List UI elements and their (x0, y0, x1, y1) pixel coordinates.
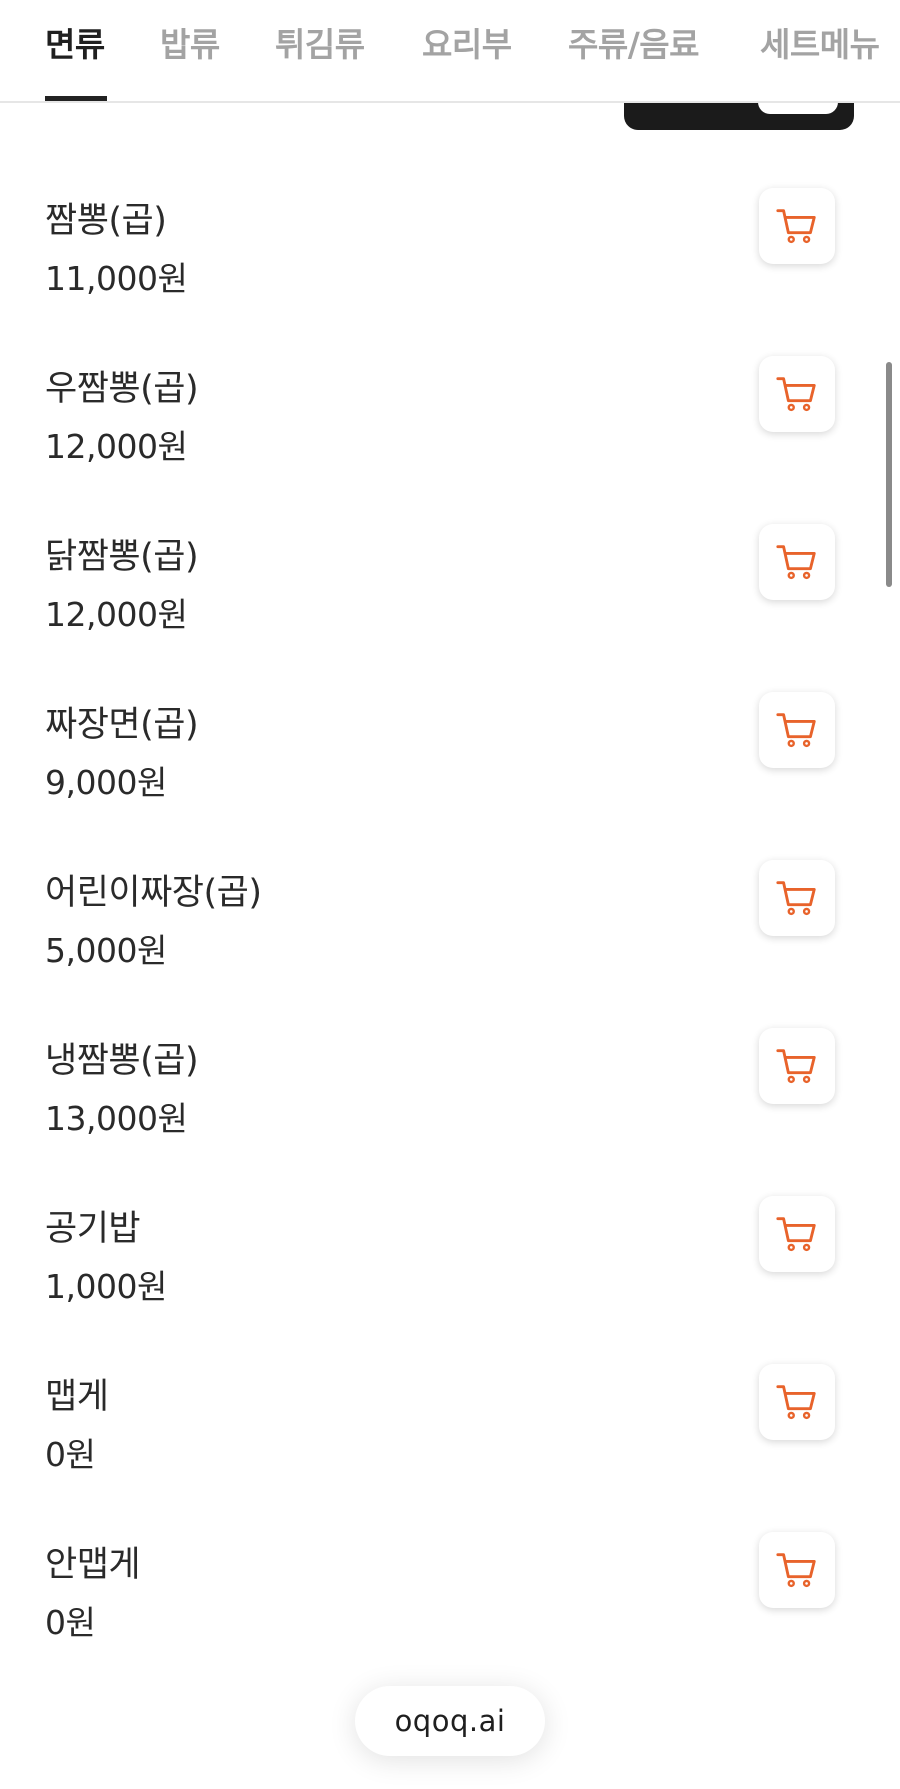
tab-drinks[interactable]: 주류/음료 (568, 18, 700, 66)
add-to-cart-button[interactable] (759, 1196, 835, 1272)
menu-item[interactable]: 닭짬뽕(곱) 12,000원 (0, 486, 900, 654)
menu-item-price: 0원 (45, 1435, 96, 1474)
menu-item[interactable]: 짬뽕(곱) 11,000원 (0, 150, 900, 318)
scrollbar-thumb[interactable] (886, 362, 892, 587)
shopping-cart-icon (776, 1049, 816, 1084)
menu-item-name: 우짬뽕(곱) (45, 369, 199, 409)
menu-item-price: 12,000원 (45, 427, 188, 466)
add-to-cart-button[interactable] (759, 692, 835, 768)
menu-item-price: 1,000원 (45, 1267, 167, 1306)
menu-item-price: 5,000원 (45, 931, 167, 970)
menu-item-name: 냉짬뽕(곱) (45, 1041, 199, 1081)
menu-item-name: 안맵게 (45, 1545, 141, 1585)
menu-item[interactable]: 냉짬뽕(곱) 13,000원 (0, 990, 900, 1158)
shopping-cart-icon (776, 1385, 816, 1420)
menu-item-price: 9,000원 (45, 763, 167, 802)
menu-list: 짬뽕(곱) 11,000원 우짬뽕(곱) 12,000원 닭짬뽕(곱) 12,0… (0, 150, 900, 1662)
shopping-cart-icon (776, 209, 816, 244)
menu-item-price: 13,000원 (45, 1099, 188, 1138)
brand-badge[interactable]: oqoq.ai (355, 1686, 545, 1756)
tab-noodles[interactable]: 면류 (45, 18, 105, 66)
shopping-cart-icon (776, 881, 816, 916)
tab-fried[interactable]: 튀김류 (275, 18, 365, 66)
category-tab-bar: 면류 밥류 튀김류 요리부 주류/음료 세트메뉴 (0, 0, 900, 103)
tab-dishes[interactable]: 요리부 (422, 18, 512, 66)
add-to-cart-button[interactable] (759, 356, 835, 432)
add-to-cart-button[interactable] (759, 1532, 835, 1608)
shopping-cart-icon (776, 1553, 816, 1588)
add-to-cart-button[interactable] (759, 860, 835, 936)
menu-item-name: 짜장면(곱) (45, 705, 199, 745)
shopping-cart-icon (776, 1217, 816, 1252)
tab-rice[interactable]: 밥류 (160, 18, 220, 66)
menu-item[interactable]: 안맵게 0원 (0, 1494, 900, 1662)
menu-item-price: 0원 (45, 1603, 96, 1642)
menu-item-name: 맵게 (45, 1377, 109, 1417)
active-tab-indicator (45, 96, 107, 101)
add-to-cart-button[interactable] (759, 188, 835, 264)
menu-item[interactable]: 맵게 0원 (0, 1326, 900, 1494)
shopping-cart-icon (776, 377, 816, 412)
shopping-cart-icon (776, 545, 816, 580)
menu-item[interactable]: 우짬뽕(곱) 12,000원 (0, 318, 900, 486)
menu-item[interactable]: 짜장면(곱) 9,000원 (0, 654, 900, 822)
menu-item-price: 12,000원 (45, 595, 188, 634)
menu-item-name: 짬뽕(곱) (45, 201, 167, 241)
menu-item-name: 공기밥 (45, 1209, 141, 1249)
shopping-cart-icon (776, 713, 816, 748)
menu-item-price: 11,000원 (45, 259, 188, 298)
menu-item-name: 닭짬뽕(곱) (45, 537, 199, 577)
add-to-cart-button[interactable] (759, 1364, 835, 1440)
menu-item[interactable]: 어린이짜장(곱) 5,000원 (0, 822, 900, 990)
tab-set-menu[interactable]: 세트메뉴 (760, 18, 880, 66)
menu-item-name: 어린이짜장(곱) (45, 873, 262, 913)
add-to-cart-button[interactable] (759, 524, 835, 600)
menu-item[interactable]: 공기밥 1,000원 (0, 1158, 900, 1326)
add-to-cart-button[interactable] (759, 1028, 835, 1104)
